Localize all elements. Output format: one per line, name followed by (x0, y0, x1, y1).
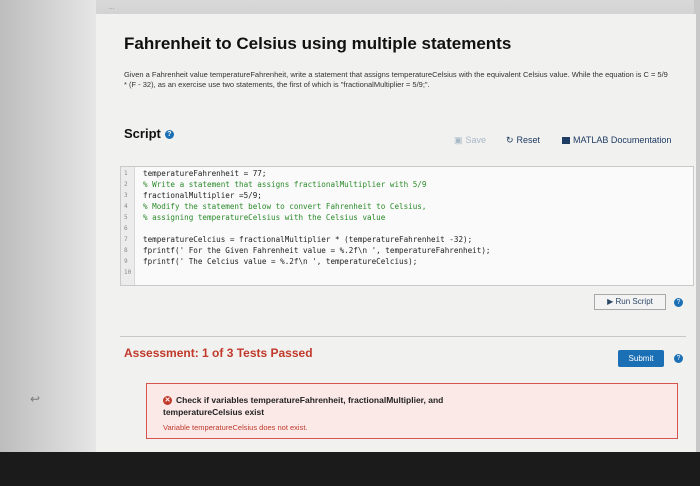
save-button[interactable]: ▣ Save (454, 135, 486, 146)
submit-help-icon[interactable]: ? (674, 354, 683, 363)
browser-bottom-bar (0, 452, 700, 486)
test-title-text: Check if variables temperatureFahrenheit… (163, 395, 444, 417)
line-number: 7 (124, 236, 128, 243)
code-line[interactable]: temperatureFahrenheit = 77; (143, 169, 266, 178)
save-label: Save (465, 135, 487, 145)
test-title: ✕ Check if variables temperatureFahrenhei… (163, 394, 523, 418)
code-line[interactable]: fprintf(' For the Given Fahrenheit value… (143, 246, 490, 255)
reset-icon: ↻ (506, 135, 514, 145)
code-line[interactable]: fprintf(' The Celcius value = %.2f\n ', … (143, 257, 417, 266)
code-comment-line[interactable]: % Modify the statement below to convert … (143, 202, 426, 211)
line-number: 10 (124, 269, 132, 276)
line-number: 8 (124, 247, 128, 254)
info-icon[interactable]: ? (164, 130, 174, 140)
assessment-heading: Assessment: 1 of 3 Tests Passed (124, 346, 313, 360)
line-number: 4 (124, 203, 128, 210)
back-arrow-icon[interactable]: ↩ (30, 392, 40, 406)
test-result-card[interactable]: ✕ Check if variables temperatureFahrenhei… (146, 383, 678, 439)
reset-button[interactable]: ↻ Reset (506, 135, 540, 146)
run-help-icon[interactable]: ? (674, 298, 683, 307)
line-number: 9 (124, 258, 128, 265)
fail-icon: ✕ (163, 396, 172, 406)
reset-label: Reset (516, 135, 541, 145)
book-icon (562, 137, 570, 145)
run-script-button[interactable]: ▶ Run Script (594, 294, 666, 310)
doc-label: MATLAB Documentation (573, 135, 672, 145)
code-line[interactable]: fractionalMultiplier =5/9; (143, 191, 262, 200)
page-title: Fahrenheit to Celsius using multiple sta… (124, 34, 512, 53)
script-heading-label: Script (124, 126, 161, 141)
browser-left-margin: ↩ (0, 0, 96, 486)
code-comment-line[interactable]: % assigning temperatureCelsius with the … (143, 213, 385, 222)
code-line[interactable]: temperatureCelcius = fractionalMultiplie… (143, 235, 472, 244)
line-number: 1 (124, 170, 128, 177)
matlab-documentation-link[interactable]: MATLAB Documentation (562, 135, 671, 145)
section-divider (120, 336, 686, 337)
line-number: 2 (124, 181, 128, 188)
browser-tab[interactable]: ... (108, 3, 115, 11)
line-number: 5 (124, 214, 128, 221)
code-editor[interactable]: 1 temperatureFahrenheit = 77; 2 % Write … (120, 166, 694, 286)
play-icon: ▶ (607, 297, 614, 306)
line-number: 6 (124, 225, 128, 232)
submit-button[interactable]: Submit (618, 350, 664, 367)
problem-description: Given a Fahrenheit value temperatureFahr… (124, 70, 668, 89)
line-number: 3 (124, 192, 128, 199)
script-heading: Script? (124, 126, 174, 141)
run-script-label: Run Script (615, 297, 653, 306)
exercise-page: Fahrenheit to Celsius using multiple sta… (96, 14, 696, 452)
save-icon: ▣ (454, 135, 463, 145)
test-error-message: Variable temperatureCelsius does not exi… (163, 423, 308, 432)
code-comment-line[interactable]: % Write a statement that assigns fractio… (143, 180, 426, 189)
